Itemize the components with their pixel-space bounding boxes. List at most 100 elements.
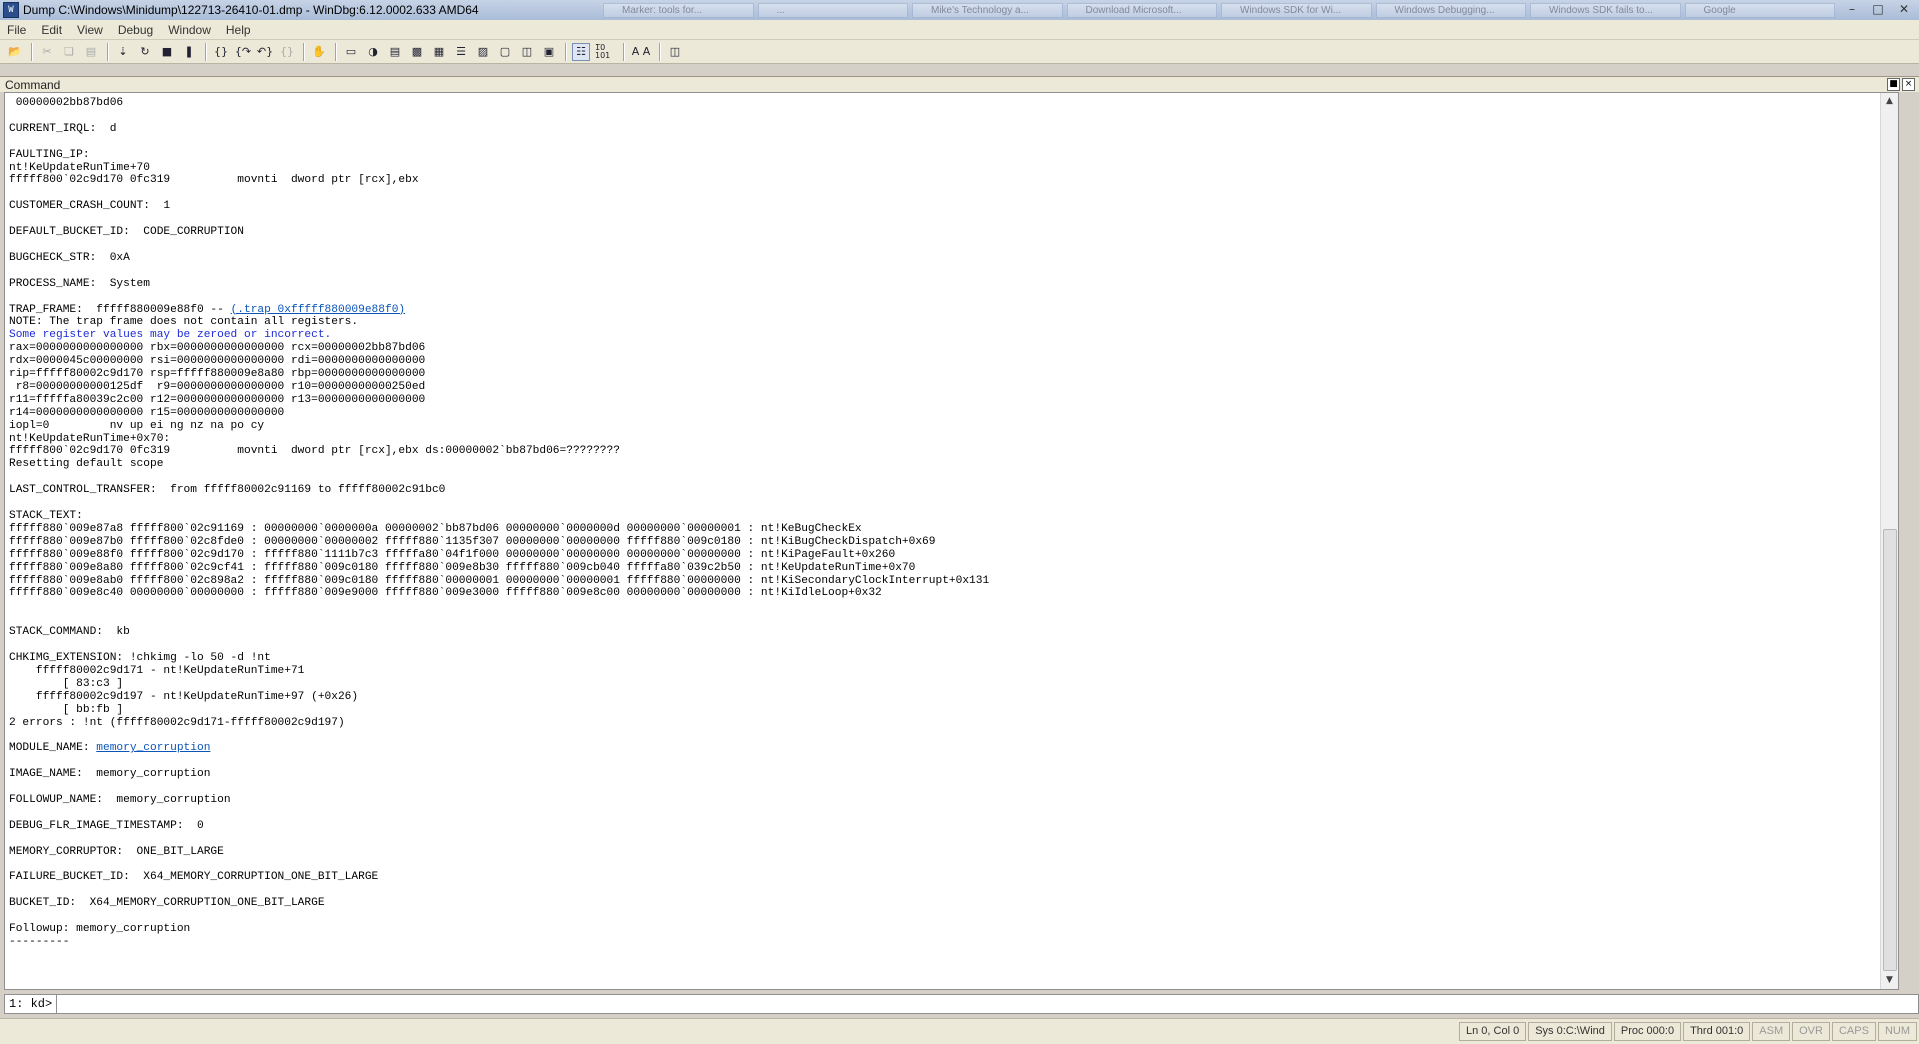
window-title: Dump C:\Windows\Minidump\122713-26410-01… (23, 3, 479, 17)
memory-window-icon[interactable]: ▦ (430, 43, 448, 61)
command-pane-header: Command ■ × (0, 76, 1919, 92)
pane-close-icon[interactable]: × (1902, 78, 1915, 91)
output-line: fffff880`009e8a80 fffff800`02c9cf41 : ff… (9, 561, 916, 574)
scroll-up-icon[interactable]: ▲ (1881, 93, 1898, 110)
prompt-label: 1: kd> (5, 995, 58, 1013)
status-cell: ASM (1752, 1022, 1791, 1041)
menu-edit[interactable]: Edit (34, 23, 70, 37)
scroll-thumb[interactable] (1883, 529, 1897, 971)
window-controls: – □ ✕ (1839, 2, 1917, 18)
command-output[interactable]: 00000002bb87bd06 CURRENT_IRQL: d FAULTIN… (4, 92, 1899, 990)
toolbar-separator (335, 42, 337, 61)
command-output-text: 00000002bb87bd06 CURRENT_IRQL: d FAULTIN… (5, 93, 1898, 949)
toolbar-separator (31, 42, 33, 61)
step-into-icon[interactable]: {} (212, 43, 230, 61)
menu-help[interactable]: Help (219, 23, 259, 37)
output-line: FAILURE_BUCKET_ID: X64_MEMORY_CORRUPTION… (9, 871, 379, 884)
break-icon[interactable]: ❚ (180, 43, 198, 61)
output-line: nt!KeUpdateRunTime+70 (9, 161, 150, 174)
output-line: fffff80002c9d171 - nt!KeUpdateRunTime+71 (9, 664, 305, 677)
status-cells: Ln 0, Col 0 Sys 0:C:\Wind Proc 000:0 Thrd 0… (1457, 1022, 1917, 1041)
menu-view[interactable]: View (70, 23, 111, 37)
step-over-icon[interactable]: {↷ (234, 43, 252, 61)
run-to-cursor-icon[interactable]: {} (278, 43, 296, 61)
output-line: DEBUG_FLR_IMAGE_TIMESTAMP: 0 (9, 819, 204, 832)
disassembly-window-icon[interactable]: ▨ (474, 43, 492, 61)
font-icon[interactable]: A A (630, 43, 652, 61)
output-line: rdx=0000045c00000000 rsi=000000000000000… (9, 355, 426, 368)
status-cell: CAPS (1831, 1022, 1876, 1041)
background-tab: Windows Debugging... (1375, 2, 1526, 18)
output-line: nt!KeUpdateRunTime+0x70: (9, 432, 171, 445)
output-line: fffff80002c9d197 - nt!KeUpdateRunTime+97… (9, 690, 359, 703)
output-line: CUSTOMER_CRASH_COUNT: 1 (9, 200, 171, 213)
output-line: Some register values may be zeroed or in… (9, 329, 332, 342)
scroll-down-icon[interactable]: ▼ (1881, 972, 1898, 989)
output-line: Followup: memory_corruption (9, 923, 191, 935)
output-line: r11=fffffa80039c2c00 r12=000000000000000… (9, 393, 426, 406)
menu-file[interactable]: File (0, 23, 34, 37)
options-icon[interactable]: ◫ (666, 43, 684, 61)
output-line: IMAGE_NAME: memory_corruption (9, 768, 211, 781)
background-tab: Mike's Technology a... (912, 2, 1063, 18)
step-out-icon[interactable]: ↶} (256, 43, 274, 61)
maximize-icon[interactable]: □ (1865, 2, 1891, 18)
output-line: FOLLOWUP_NAME: memory_corruption (9, 793, 231, 806)
command-input[interactable] (57, 995, 1918, 1013)
pane-dock-icon[interactable]: ■ (1887, 78, 1900, 91)
output-line: [ 83:c3 ] (9, 677, 124, 690)
watch-window-icon[interactable]: ◑ (364, 43, 382, 61)
output-line: BUCKET_ID: X64_MEMORY_CORRUPTION_ONE_BIT… (9, 897, 325, 910)
output-line: 2 errors : !nt (fffff80002c9d171-fffff80… (9, 716, 345, 729)
minimize-icon[interactable]: – (1839, 2, 1865, 18)
output-line: DEFAULT_BUCKET_ID: CODE_CORRUPTION (9, 226, 244, 239)
processes-window-icon[interactable]: ◫ (518, 43, 536, 61)
call-stack-window-icon[interactable]: ☰ (452, 43, 470, 61)
stop-icon[interactable]: ■ (158, 43, 176, 61)
output-line: fffff880`009e8c40 00000000`00000000 : ff… (9, 587, 882, 600)
background-tab: Windows SDK fails to... (1530, 2, 1681, 18)
command-window-icon[interactable]: ▭ (342, 43, 360, 61)
output-line: fffff880`009e88f0 fffff800`02c9d170 : ff… (9, 548, 896, 561)
close-icon[interactable]: ✕ (1891, 2, 1917, 18)
copy-icon[interactable]: ❏ (60, 43, 78, 61)
registers-window-icon[interactable]: ▩ (408, 43, 426, 61)
cut-icon[interactable]: ✂ (38, 43, 56, 61)
output-line: iopl=0 nv up ei ng nz na po cy (9, 419, 265, 432)
output-line: r8=00000000000125df r9=0000000000000000 … (9, 380, 426, 393)
source-mode-glyph[interactable]: 1̅0 101 (594, 43, 616, 61)
toolbar-separator (303, 42, 305, 61)
output-line: STACK_COMMAND: kb (9, 626, 130, 639)
output-line: Resetting default scope (9, 458, 164, 471)
output-line: CHKIMG_EXTENSION: !chkimg -lo 50 -d !nt (9, 651, 271, 664)
paste-icon[interactable]: ▤ (82, 43, 100, 61)
source-mode-icon[interactable]: ☷ (572, 42, 590, 61)
hand-icon[interactable]: ✋ (310, 43, 328, 61)
toolbar-separator (659, 42, 661, 61)
pane-buttons: ■ × (1885, 78, 1915, 91)
module-name-link[interactable]: memory_corruption (96, 742, 210, 754)
menu-debug[interactable]: Debug (111, 23, 161, 37)
scratch-pad-icon[interactable]: ▢ (496, 43, 514, 61)
output-line: MODULE_NAME: (9, 742, 97, 755)
background-tab: Download Microsoft... (1066, 2, 1217, 18)
trap-frame-link[interactable]: (.trap 0xfffff880009e88f0) (231, 304, 406, 316)
toolbar-separator (107, 42, 109, 61)
status-cell: NUM (1877, 1022, 1917, 1041)
locals-window-icon[interactable]: ▤ (386, 43, 404, 61)
menu-window[interactable]: Window (161, 23, 219, 37)
go-icon[interactable]: ⇣ (114, 43, 132, 61)
open-icon[interactable]: 📂 (6, 43, 24, 61)
vertical-scrollbar[interactable]: ▲ ▼ (1880, 93, 1898, 989)
title-bar: W Dump C:\Windows\Minidump\122713-26410-… (0, 0, 1919, 21)
output-line: PROCESS_NAME: System (9, 277, 150, 290)
menu-bar: File Edit View Debug Window Help (0, 20, 1919, 40)
output-line: LAST_CONTROL_TRANSFER: from fffff80002c9… (9, 484, 446, 497)
output-line: 00000002bb87bd06 (9, 97, 124, 109)
output-line: rax=0000000000000000 rbx=000000000000000… (9, 342, 426, 355)
status-bar: Ln 0, Col 0 Sys 0:C:\Wind Proc 000:0 Thrd 0… (0, 1018, 1919, 1044)
output-line: fffff800`02c9d170 0fc319 movnti dword pt… (9, 174, 419, 187)
options-window-icon[interactable]: ▣ (540, 43, 558, 61)
restart-icon[interactable]: ↻ (136, 43, 154, 61)
output-line: BUGCHECK_STR: 0xA (9, 251, 130, 264)
